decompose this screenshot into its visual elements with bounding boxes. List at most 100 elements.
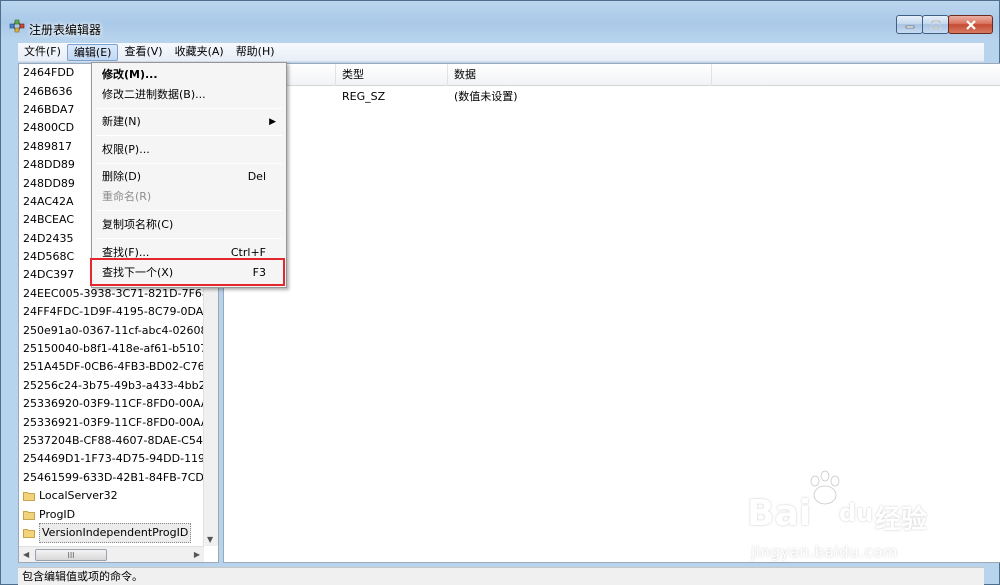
menu-item-label: 权限(P)... [102,143,150,156]
column-header-data[interactable]: 数据 [448,64,712,86]
watermark-url: jingyan.baidu.com [751,543,898,561]
tree-key-label: 25336920-03F9-11CF-8FD0-00AA0 [23,397,216,411]
menu-item-new[interactable]: 新建(N) ▶ [94,112,284,132]
tree-key-label: 250e91a0-0367-11cf-abc4-02608c [23,323,214,337]
menu-item-label: 复制项名称(C) [102,218,174,231]
tree-key-row[interactable]: 2537204B-CF88-4607-8DAE-C54A [19,432,218,450]
menu-separator [96,210,282,211]
watermark-brand-du: du [839,499,874,527]
menu-shortcut: Del [247,170,266,183]
title-bar[interactable]: 注册表编辑器 [1,1,999,41]
tree-folder-label: LocalServer32 [39,489,118,503]
tree-key-label: 2464FDD [23,66,75,80]
menu-favorites[interactable]: 收藏夹(A) [169,44,230,61]
minimize-icon [905,25,914,28]
menu-separator [96,238,282,239]
tree-key-row[interactable]: 25256c24-3b75-49b3-a433-4bb2f [19,377,218,395]
minimize-button[interactable] [896,15,923,34]
tree-horizontal-scrollbar[interactable]: ◀ III ▶ [19,546,204,562]
folder-icon [23,492,35,502]
tree-key-label: 25461599-633D-42B1-84FB-7CD6 [23,470,211,484]
tree-key-label: 2489817 [23,139,72,153]
list-row[interactable]: REG_SZ (数值未设置) [224,88,1000,106]
annotation-highlight-box [90,258,285,286]
folder-icon [23,510,35,520]
caption-buttons [896,15,993,35]
tree-key-label: 246BDA7 [23,102,75,116]
tree-key-label: 24BCEAC [23,213,74,227]
menu-item-modify-binary[interactable]: 修改二进制数据(B)... [94,85,284,105]
scroll-down-arrow-icon[interactable]: ▼ [207,535,213,544]
tree-key-row[interactable]: 25461599-633D-42B1-84FB-7CD6 [19,469,218,487]
registry-editor-app-icon [9,19,25,33]
menu-item-copy-key-name[interactable]: 复制项名称(C) [94,215,284,235]
column-header-type[interactable]: 类型 [336,64,448,86]
scroll-thumb[interactable]: III [35,549,107,561]
tree-key-label: 24FF4FDC-1D9F-4195-8C79-0DA39 [23,305,218,319]
watermark-brand: Bai [747,493,812,534]
menu-item-modify[interactable]: 修改(M)... [94,65,284,85]
menu-item-permissions[interactable]: 权限(P)... [94,140,284,160]
menu-item-label: 修改二进制数据(B)... [102,88,206,101]
registry-editor-window: 注册表编辑器 文件(F) 编辑(E) 查看(V) 收藏夹(A) 帮助(H) 24… [0,0,1000,585]
menu-item-rename[interactable]: 重命名(R) [94,187,284,207]
menu-bar: 文件(F) 编辑(E) 查看(V) 收藏夹(A) 帮助(H) [18,43,984,62]
scroll-left-arrow-icon[interactable]: ◀ [23,550,29,559]
menu-item-label: 重命名(R) [102,190,152,203]
menu-separator [96,163,282,164]
tree-key-label: 24AC42A [23,194,74,208]
tree-key-label: 2537204B-CF88-4607-8DAE-C54A [23,434,211,447]
window-title: 注册表编辑器 [29,23,102,37]
menu-item-delete[interactable]: 删除(D) Del [94,167,284,187]
edit-menu-dropdown: 修改(M)... 修改二进制数据(B)... 新建(N) ▶ 权限(P)... 删… [91,62,287,288]
status-text: 包含编辑值或项的命令。 [22,570,143,583]
list-header: 类型 数据 [224,64,1000,86]
menu-separator [96,135,282,136]
menu-item-label: 新建(N) [102,115,141,128]
close-icon [965,19,976,30]
menu-item-label: 修改(M)... [102,68,158,81]
tree-key-row[interactable]: 251A45DF-0CB6-4FB3-BD02-C76B [19,358,218,376]
value-type: REG_SZ [342,90,386,103]
tree-key-row[interactable]: 25336921-03F9-11CF-8FD0-00AA0 [19,413,218,431]
tree-key-label: 248DD89 [23,158,75,172]
tree-key-row[interactable]: 24FF4FDC-1D9F-4195-8C79-0DA39 [19,303,218,321]
baidu-jingyan-watermark: Bai du 经验 jingyan.baidu.com [747,469,947,569]
folder-icon [23,529,35,538]
tree-key-label: 25256c24-3b75-49b3-a433-4bb2f [23,378,210,392]
tree-key-label: 24800CD [23,121,75,135]
tree-key-label: 248DD89 [23,176,75,190]
maximize-icon [930,20,941,29]
tree-key-label: 254469D1-1F73-4D75-94DD-119D [23,452,214,466]
submenu-arrow-icon: ▶ [269,117,276,127]
tree-key-row[interactable]: 254469D1-1F73-4D75-94DD-119D [19,450,218,468]
maximize-button[interactable] [922,15,949,34]
tree-key-label: 25150040-b8f1-418e-af61-b51071 [23,342,215,356]
tree-key-label: 25336921-03F9-11CF-8FD0-00AA0 [23,415,216,429]
menu-view[interactable]: 查看(V) [118,44,168,61]
tree-key-label: 24D2435 [23,231,74,245]
menu-item-label: 删除(D) [102,170,142,183]
tree-key-row[interactable]: 250e91a0-0367-11cf-abc4-02608c [19,321,218,339]
tree-folder-progid[interactable]: ProgID [19,505,218,523]
menu-help[interactable]: 帮助(H) [230,44,281,61]
menu-separator [96,108,282,109]
tree-key-label: 251A45DF-0CB6-4FB3-BD02-C76B [23,360,213,374]
value-data: (数值未设置) [454,90,518,103]
menu-file[interactable]: 文件(F) [18,44,67,61]
tree-key-row[interactable]: 25336920-03F9-11CF-8FD0-00AA0 [19,395,218,413]
tree-key-label: 246B636 [23,84,73,98]
scroll-thumb-grip: III [67,550,75,560]
tree-key-row[interactable]: 25150040-b8f1-418e-af61-b51071 [19,340,218,358]
tree-folder-label: VersionIndependentProgID [39,522,192,543]
tree-folder-label: ProgID [39,507,76,521]
status-bar: 包含编辑值或项的命令。 [18,567,984,585]
menu-edit[interactable]: 编辑(E) [66,43,119,61]
tree-key-label: 24D568C [23,250,75,264]
tree-key-label: 24DC397 [23,268,75,282]
tree-folder-versionindependentprogid[interactable]: VersionIndependentProgID [19,522,218,543]
watermark-cn: 经验 [875,505,928,535]
tree-folder-localserver32[interactable]: LocalServer32 [19,487,218,505]
scroll-right-arrow-icon[interactable]: ▶ [194,550,200,559]
close-button[interactable] [948,15,993,34]
